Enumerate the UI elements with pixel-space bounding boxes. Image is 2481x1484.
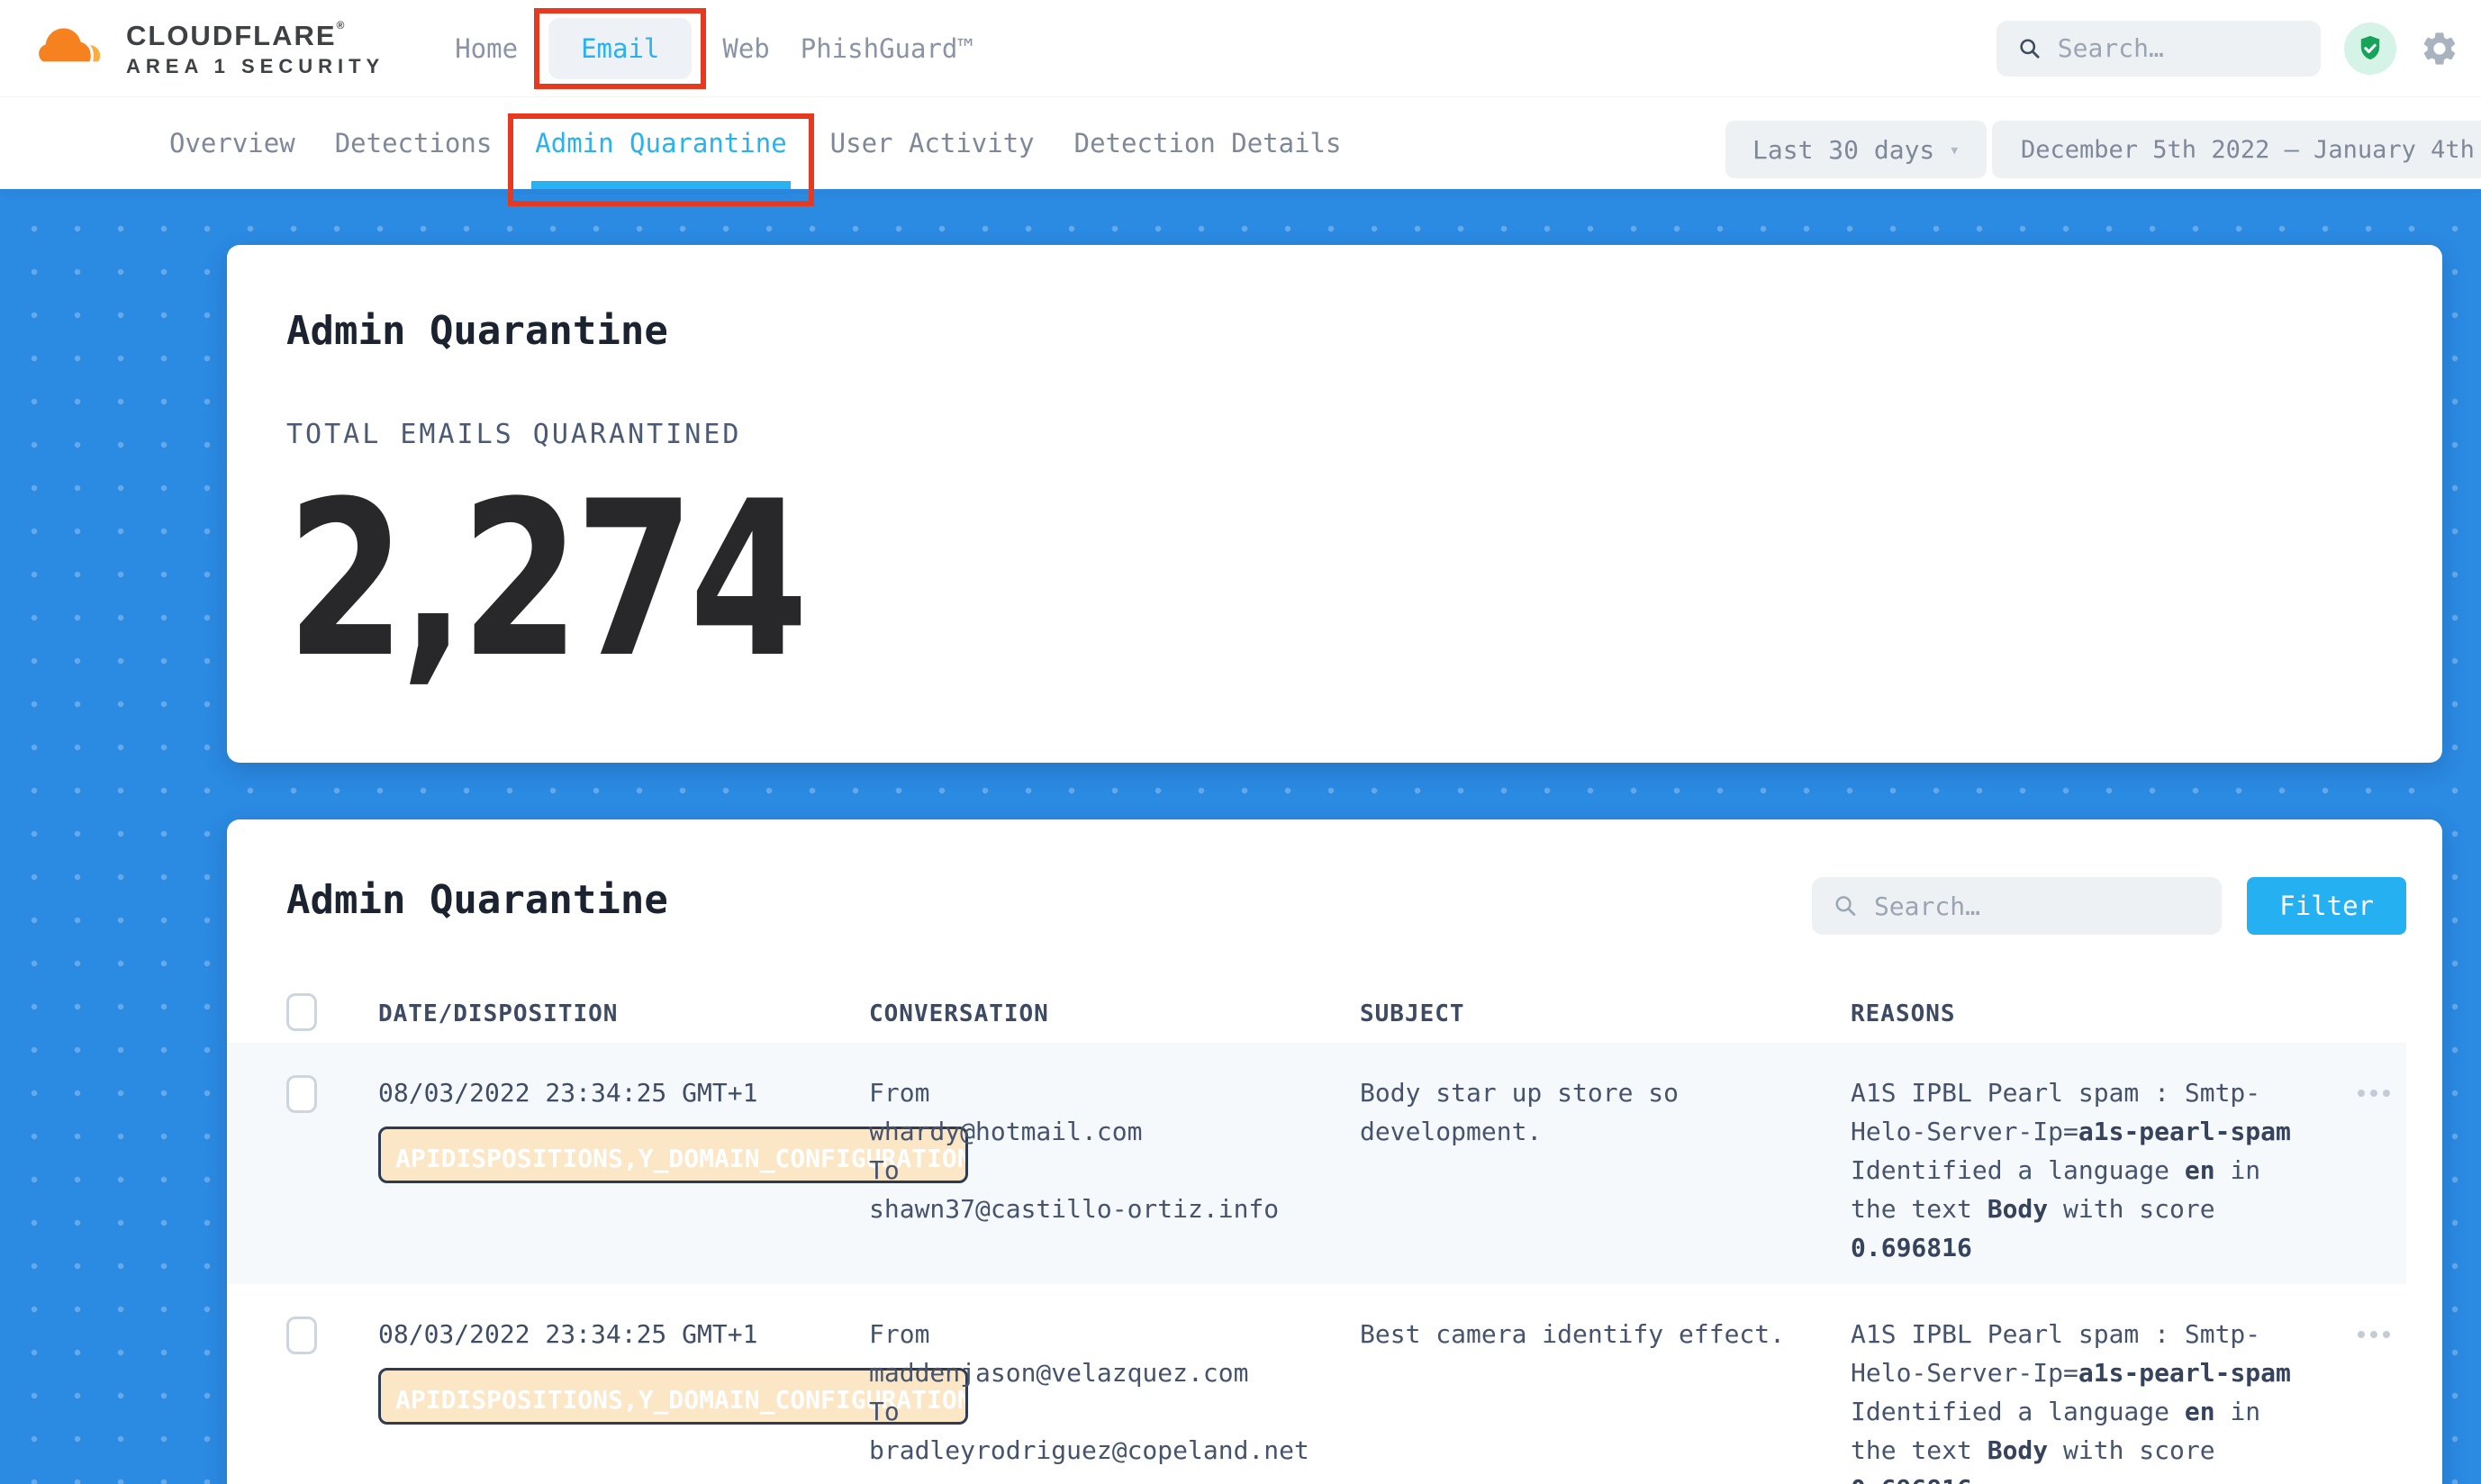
top-navbar: CLOUDFLARE® AREA 1 SECURITY Home Email W… [0,0,2481,97]
summary-card: Admin Quarantine TOTAL EMAILS QUARANTINE… [227,245,2442,763]
conversation-cell: From maddenjason@velazquez.com To bradle… [869,1284,1360,1470]
global-search-input[interactable] [2058,33,2299,63]
tab-admin-quarantine-wrap: Admin Quarantine [531,97,790,189]
row-actions-cell [2341,1043,2406,1097]
chevron-down-icon: ▾ [1949,139,1960,160]
main-content: Admin Quarantine TOTAL EMAILS QUARANTINE… [0,189,2481,1484]
nav-home[interactable]: Home [455,33,518,64]
reasons-cell: A1S IPBL Pearl spam : Smtp-Helo-Server-I… [1851,1284,2301,1484]
table-card-actions: Filter [1812,877,2406,935]
primary-nav: Home Email Web PhishGuard™ [455,0,973,96]
summary-card-title: Admin Quarantine [286,308,2383,354]
search-icon [1834,892,1858,919]
tab-detections[interactable]: Detections [335,97,493,189]
nav-phishguard[interactable]: PhishGuard™ [801,33,973,64]
row-select-cell [286,1284,378,1358]
section-tabs: Overview Detections Admin Quarantine Use… [169,97,1341,189]
row-date: 08/03/2022 23:34:25 GMT+1 [378,1315,869,1353]
search-icon [2018,35,2042,62]
brand-logo[interactable]: CLOUDFLARE® AREA 1 SECURITY [36,19,385,78]
filter-button[interactable]: Filter [2247,877,2406,935]
reasons-cell: A1S IPBL Pearl spam : Smtp-Helo-Server-I… [1851,1043,2301,1267]
row-actions-cell [2341,1284,2406,1338]
time-range-dropdown[interactable]: Last 30 days ▾ [1725,121,1987,178]
to-address: shawn37@castillo-ortiz.info [869,1190,1360,1228]
to-label: To [869,1151,1360,1190]
tab-admin-quarantine[interactable]: Admin Quarantine [535,128,786,158]
row-actions-icon[interactable] [2358,1090,2390,1097]
column-date-disposition: DATE/DISPOSITION [378,1000,869,1027]
table-search[interactable] [1812,877,2222,935]
table-card-title: Admin Quarantine [286,877,668,923]
time-range-label: Last 30 days [1752,135,1934,165]
table-row[interactable]: 08/03/2022 23:34:25 GMT+1 APIDISPOSITION… [227,1284,2406,1484]
conversation-cell: From whardy@hotmail.com To shawn37@casti… [869,1043,1360,1228]
select-all-cell [286,993,378,1035]
global-search[interactable] [1997,21,2321,77]
brand-subtitle: AREA 1 SECURITY [126,55,385,78]
subject-cell: Body star up store so development. [1360,1043,1810,1151]
from-address: maddenjason@velazquez.com [869,1353,1360,1392]
cloudflare-cloud-icon [36,21,113,77]
table-search-input[interactable] [1874,891,2200,921]
settings-gear-icon[interactable] [2420,29,2459,68]
topbar-right [1997,21,2481,77]
nav-email[interactable]: Email [548,18,692,79]
tab-user-activity[interactable]: User Activity [830,97,1035,189]
row-date: 08/03/2022 23:34:25 GMT+1 [378,1073,869,1112]
date-disposition-cell: 08/03/2022 23:34:25 GMT+1 APIDISPOSITION… [378,1043,869,1183]
nav-email-wrap: Email [548,0,692,96]
table-row[interactable]: 08/03/2022 23:34:25 GMT+1 APIDISPOSITION… [227,1043,2406,1284]
tab-detection-details[interactable]: Detection Details [1074,97,1342,189]
row-actions-icon[interactable] [2358,1331,2390,1338]
metric-value: 2,274 [286,474,805,688]
column-reasons: REASONS [1851,1000,2341,1027]
to-label: To [869,1392,1360,1431]
quarantine-table-card: Admin Quarantine Filter DATE/DISPOSITION… [227,819,2442,1484]
date-range-display[interactable]: December 5th 2022 — January 4th 2023 [1992,121,2481,178]
metric-label: TOTAL EMAILS QUARANTINED [286,419,2383,450]
from-label: From [869,1073,1360,1112]
security-status-icon[interactable] [2344,23,2396,75]
nav-web[interactable]: Web [722,33,769,64]
to-address: bradleyrodriguez@copeland.net [869,1431,1360,1470]
row-checkbox[interactable] [286,1075,317,1113]
secondary-nav: Overview Detections Admin Quarantine Use… [0,97,2481,189]
shield-check-icon [2355,33,2386,64]
subject-cell: Best camera identify effect. [1360,1284,1810,1353]
row-checkbox[interactable] [286,1317,317,1354]
select-all-checkbox[interactable] [286,993,317,1031]
column-subject: SUBJECT [1360,1000,1851,1027]
table-header-row: DATE/DISPOSITION CONVERSATION SUBJECT RE… [227,985,2406,1043]
from-label: From [869,1315,1360,1353]
from-address: whardy@hotmail.com [869,1112,1360,1151]
table-card-header: Admin Quarantine Filter [227,877,2406,935]
brand-text: CLOUDFLARE® AREA 1 SECURITY [126,19,385,78]
column-conversation: CONVERSATION [869,1000,1360,1027]
tab-overview[interactable]: Overview [169,97,295,189]
brand-name: CLOUDFLARE® [126,19,385,52]
row-select-cell [286,1043,378,1117]
date-disposition-cell: 08/03/2022 23:34:25 GMT+1 APIDISPOSITION… [378,1284,869,1425]
